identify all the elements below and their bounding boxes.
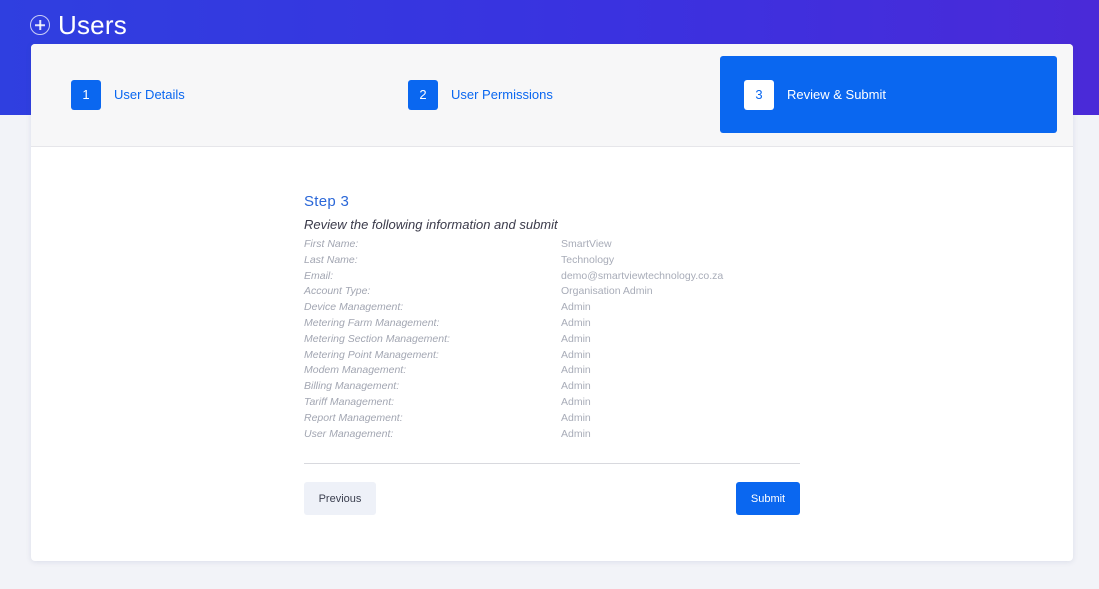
info-value: Admin [561,364,591,377]
step-user-permissions[interactable]: 2 User Permissions [368,56,705,133]
info-label: Account Type: [304,285,371,298]
wizard-card: 1 User Details 2 User Permissions 3 Revi… [31,44,1073,561]
info-row-metering-farm-management: Metering Farm Management: Admin [304,316,800,332]
info-value: Organisation Admin [561,285,653,298]
info-value: Admin [561,395,591,408]
step-user-details[interactable]: 1 User Details [31,56,368,133]
info-value: Technology [561,253,615,266]
plus-circle-icon [30,15,50,35]
step-number: 2 [408,79,438,110]
previous-button[interactable]: Previous [304,482,376,515]
step-subheading: Review the following information and sub… [304,217,558,232]
step-label: Review & Submit [787,87,886,102]
info-row-metering-point-management: Metering Point Management: Admin [304,348,800,364]
info-label: Email: [304,269,334,282]
divider [304,463,800,464]
info-row-billing-management: Billing Management: Admin [304,379,800,395]
review-info-list: First Name: SmartView Last Name: Technol… [304,237,800,442]
step-heading: Step 3 [304,193,350,210]
step-number: 3 [744,79,774,110]
info-value: demo@smartviewtechnology.co.za [561,269,724,282]
info-label: Metering Farm Management: [304,316,440,329]
page: Users 1 User Details 2 User Permissions … [0,0,1099,589]
info-label: Metering Section Management: [304,332,450,345]
info-label: First Name: [304,238,359,250]
info-label: Metering Point Management: [304,348,439,361]
info-value: SmartView [561,238,612,250]
info-value: Admin [561,380,591,393]
info-label: Report Management: [304,411,403,424]
info-row-tariff-management: Tariff Management: Admin [304,395,800,411]
step-review-submit[interactable]: 3 Review & Submit [720,56,1057,133]
info-label: User Management: [304,427,394,440]
info-row-first-name: First Name: SmartView [304,237,800,253]
info-label: Device Management: [304,301,404,314]
info-label: Billing Management: [304,380,400,393]
info-row-device-management: Device Management: Admin [304,300,800,316]
info-value: Admin [561,427,591,440]
info-label: Tariff Management: [304,395,395,408]
step-number: 1 [71,79,101,110]
page-header: Users [30,8,127,42]
info-row-last-name: Last Name: Technology [304,253,800,269]
info-row-metering-section-management: Metering Section Management: Admin [304,332,800,348]
wizard-stepper: 1 User Details 2 User Permissions 3 Revi… [31,44,1073,147]
step-label: User Permissions [451,87,553,102]
info-row-email: Email: demo@smartviewtechnology.co.za [304,269,800,285]
page-title: Users [58,9,127,40]
info-row-report-management: Report Management: Admin [304,411,800,427]
info-value: Admin [561,332,591,345]
submit-button[interactable]: Submit [736,482,800,515]
info-value: Admin [561,301,591,314]
info-row-user-management: User Management: Admin [304,427,800,443]
info-row-account-type: Account Type: Organisation Admin [304,284,800,300]
info-value: Admin [561,316,591,329]
info-label: Modem Management: [304,364,407,377]
info-value: Admin [561,411,591,424]
step-label: User Details [114,87,185,102]
info-label: Last Name: [304,253,358,266]
info-value: Admin [561,348,591,361]
info-row-modem-management: Modem Management: Admin [304,363,800,379]
review-section: Step 3 Review the following information … [304,192,800,515]
